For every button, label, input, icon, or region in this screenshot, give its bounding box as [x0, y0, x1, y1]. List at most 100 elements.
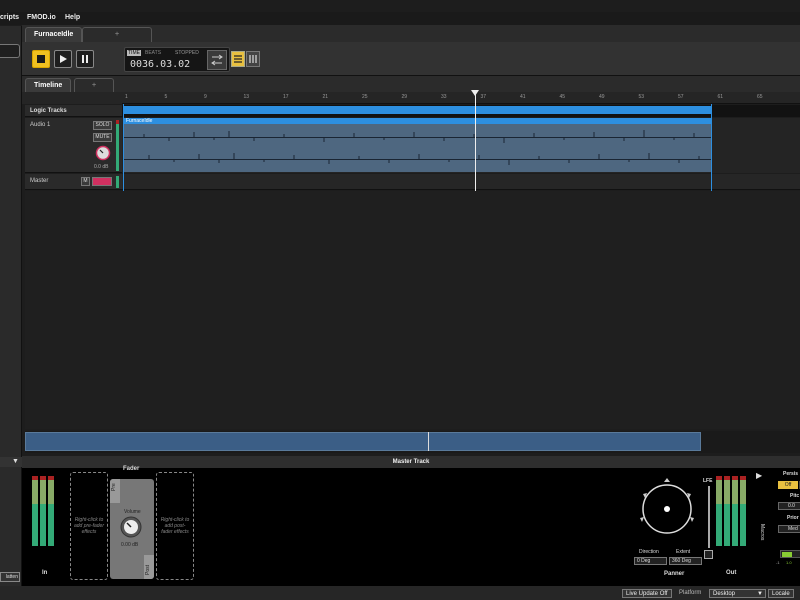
extent-field[interactable]: 360 Deg: [669, 557, 702, 565]
timeline-ruler[interactable]: 1 5 9 13 17 21 25 29 33 37 41 45 49 53 57 61 65: [122, 92, 800, 104]
post-fader-effects-slot[interactable]: Right-click to add post-fader effects: [156, 472, 194, 580]
lfe-handle[interactable]: [704, 550, 713, 559]
track-name-audio1[interactable]: Audio 1: [30, 122, 50, 128]
platform-label: Platform: [679, 590, 702, 596]
tab-furnaceidle[interactable]: FurnaceIdle: [25, 27, 83, 42]
time-mode-toggle[interactable]: TIME: [127, 50, 141, 56]
output-meter-left: [716, 476, 722, 546]
ruler-tick: 37: [480, 94, 487, 100]
platform-value: Desktop: [713, 591, 736, 597]
lfe-slider[interactable]: [708, 486, 710, 548]
tab-timeline[interactable]: Timeline: [25, 78, 72, 93]
play-button[interactable]: [54, 50, 72, 68]
loop-start-marker[interactable]: [123, 104, 124, 191]
playhead[interactable]: [475, 92, 476, 191]
logic-track-lane[interactable]: [122, 105, 800, 117]
fader-module[interactable]: Pre Post Volume 0.00 dB: [110, 479, 154, 579]
track-volume-knob[interactable]: [95, 145, 111, 161]
loop-icon: [211, 54, 223, 66]
menu-scripts[interactable]: cripts: [0, 14, 19, 21]
sidebar-search[interactable]: [0, 44, 20, 58]
pre-badge: Pre: [110, 479, 120, 503]
browser-sidebar: ▼ latten: [0, 26, 22, 600]
master-meter: [116, 176, 119, 188]
menu-help[interactable]: Help: [65, 14, 80, 21]
panner-dial[interactable]: [636, 476, 698, 536]
time-display: TIME BEATS STOPPED 0036.03.02: [124, 47, 230, 72]
audio-region[interactable]: FurnaceIdle: [124, 118, 712, 172]
master-volume-knob[interactable]: [92, 177, 112, 186]
stop-icon: [37, 55, 45, 63]
track-name-master[interactable]: Master: [30, 178, 48, 184]
menu-fmodio[interactable]: FMOD.io: [27, 14, 56, 21]
sidebar-dropdown[interactable]: ▼: [0, 457, 22, 467]
tab-add-sub[interactable]: +: [74, 78, 114, 93]
audio-track-lane[interactable]: FurnaceIdle: [122, 118, 800, 173]
extent-value: 360 Deg: [672, 558, 691, 564]
ruler-tick: 33: [441, 94, 447, 100]
macros-expand-icon[interactable]: ▶: [756, 471, 762, 480]
tab-add[interactable]: +: [82, 27, 152, 42]
tracks-empty-area[interactable]: [25, 191, 800, 429]
output-meter-mid: [724, 476, 730, 546]
volume-knob[interactable]: [120, 516, 142, 538]
audio-track-header[interactable]: Audio 1 SOLO MUTE 0.0 dB: [25, 118, 122, 173]
chevron-down-icon: ▼: [757, 591, 763, 597]
ruler-tick: 1: [125, 94, 128, 100]
direction-field[interactable]: 0 Deg: [634, 557, 667, 565]
panner-label: Panner: [664, 571, 685, 577]
list-view-button[interactable]: [231, 51, 245, 67]
extent-label: Extent: [676, 549, 691, 555]
priority-dropdown[interactable]: Med: [778, 525, 800, 533]
ruler-tick: 25: [362, 94, 368, 100]
input-meter-right: [40, 476, 46, 546]
mute-button[interactable]: MUTE: [93, 133, 112, 142]
grid-view-button[interactable]: [246, 51, 260, 67]
pitch-label: Pitc: [790, 493, 800, 499]
pause-button[interactable]: [76, 50, 94, 68]
direction-label: Direction: [639, 549, 659, 555]
time-readout: 0036.03.02: [130, 59, 191, 70]
loop-region[interactable]: [124, 106, 712, 114]
output-label: Out: [726, 570, 737, 576]
solo-button[interactable]: SOLO: [93, 121, 112, 130]
ruler-tick: 41: [520, 94, 526, 100]
input-meter-left: [32, 476, 38, 546]
chevron-down-icon: ▼: [12, 458, 19, 465]
locale-button[interactable]: Locale: [768, 589, 794, 598]
ruler-tick: 53: [638, 94, 645, 100]
pre-fader-effects-slot[interactable]: Right-click to add pre-fader effects: [70, 472, 108, 580]
stop-button[interactable]: [32, 50, 50, 68]
master-track-header[interactable]: Master M: [25, 174, 122, 190]
ruler-tick: 17: [283, 94, 289, 100]
live-update-button[interactable]: Live Update Off: [622, 589, 672, 598]
menu-bar: cripts FMOD.io Help: [0, 12, 800, 25]
volume-label: Volume: [124, 509, 141, 515]
overview-playhead: [428, 432, 429, 451]
pitch-field[interactable]: 0.0: [778, 502, 800, 510]
persist-off-button[interactable]: Off: [778, 481, 798, 489]
macros-label: Macros: [759, 524, 765, 541]
platform-select[interactable]: Desktop ▼: [709, 589, 766, 598]
loop-end-marker[interactable]: [711, 104, 712, 191]
playhead-handle-icon[interactable]: [471, 88, 480, 97]
loop-toggle-button[interactable]: [207, 50, 227, 70]
output-meter-right: [740, 476, 746, 546]
lfe-label: LFE: [703, 478, 713, 484]
ruler-tick: 65: [757, 94, 763, 100]
editor-subtabs: Timeline +: [22, 76, 800, 93]
priority-label: Prior: [787, 515, 799, 521]
play-icon: [60, 55, 67, 63]
macro-min: -1: [776, 560, 780, 565]
post-badge: Post: [144, 555, 154, 579]
macro-max: 1.0: [786, 560, 792, 565]
input-meter-extra: [48, 476, 54, 546]
overview-viewport[interactable]: [25, 432, 701, 451]
master-mute-button[interactable]: M: [81, 177, 90, 186]
macro-slider[interactable]: [780, 550, 800, 558]
fader-title: Fader: [123, 466, 140, 472]
beats-mode-toggle[interactable]: BEATS: [145, 50, 161, 56]
flatten-button[interactable]: latten: [0, 572, 20, 582]
overview-bar[interactable]: [25, 431, 800, 453]
ruler-tick: 61: [717, 94, 724, 100]
